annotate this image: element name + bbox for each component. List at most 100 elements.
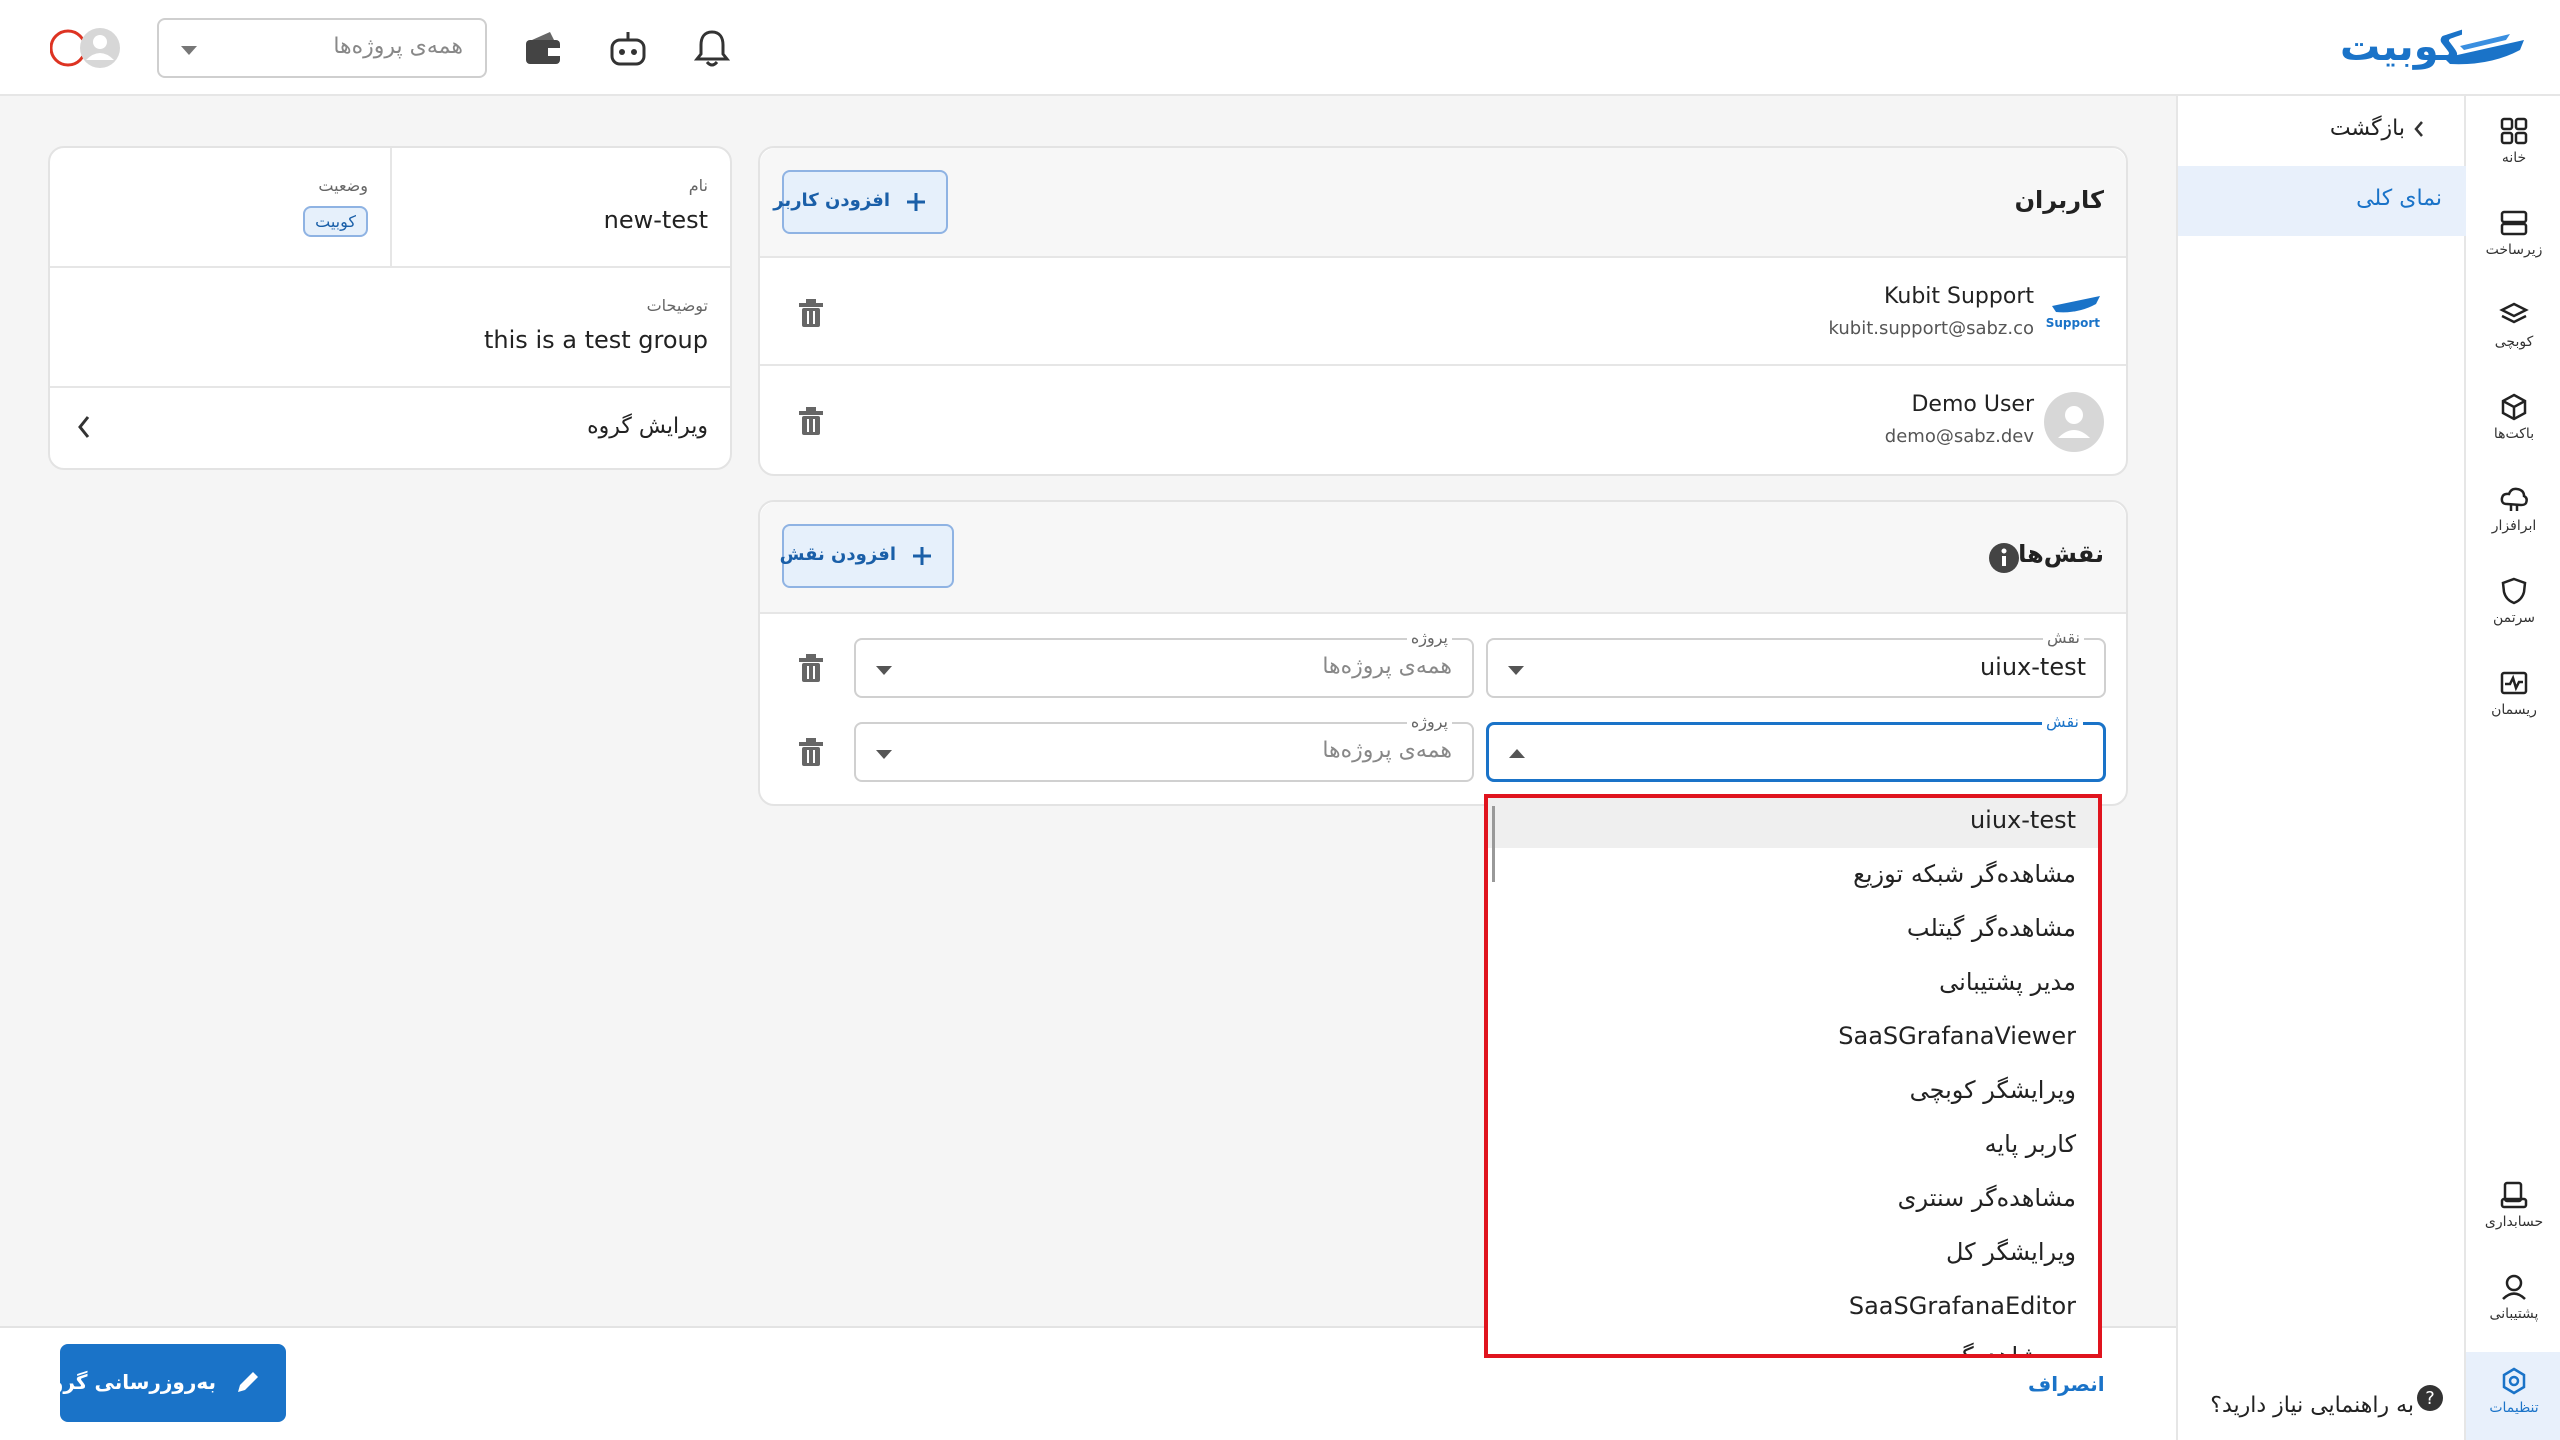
delete-role-button[interactable]	[798, 653, 824, 689]
rail-label-accounting: حسابداری	[2484, 1214, 2544, 1230]
rail-item-home[interactable]: خانه	[2466, 116, 2560, 166]
chevron-left-icon	[2412, 116, 2426, 141]
robot-icon[interactable]	[608, 30, 648, 68]
group-info-card: نام new-test وضعیت کوبیت توضیحات this is…	[48, 146, 732, 470]
settings-subnav: بازگشت نمای کلی به راهنمایی نیاز دارید؟ …	[2176, 96, 2466, 1440]
project-select-placeholder: همه‌ی پروژه‌ها	[333, 34, 463, 59]
dropdown-option[interactable]: مدیر پشتیبانی	[1939, 968, 2076, 996]
chevron-up-icon	[1509, 749, 1525, 758]
logo[interactable]: کوبیت	[2340, 20, 2530, 76]
project-placeholder: همه‌ی پروژه‌ها	[1322, 738, 1452, 763]
logo-ship-icon	[2444, 34, 2524, 65]
delete-role-button[interactable]	[798, 737, 824, 773]
add-user-button[interactable]: افزودن کاربر	[773, 170, 948, 234]
rail-label-buckets: باکت‌ها	[2493, 426, 2535, 442]
delete-user-button[interactable]	[798, 406, 824, 442]
rail-item-sartaman[interactable]: سرتمن	[2466, 576, 2560, 626]
dropdown-option[interactable]: ویرایشگر کوبچی	[1910, 1076, 2076, 1104]
edit-group-label: ویرایش گروه	[587, 414, 708, 439]
back-link[interactable]: بازگشت	[2330, 116, 2434, 141]
rail-label-infrastructure: زیرساخت	[2485, 242, 2543, 258]
pulse-icon	[2500, 671, 2528, 695]
trash-icon	[799, 299, 823, 327]
rail-label-sartaman: سرتمن	[2492, 610, 2536, 626]
user-avatar[interactable]	[49, 24, 122, 72]
role-select[interactable]: نقش uiux-test	[1486, 628, 2106, 698]
user-name: Kubit Support	[1884, 284, 2034, 309]
dropdown-option[interactable]: SaaSGrafanaViewer	[1838, 1022, 2076, 1050]
update-group-label: به‌روزرسانی گروه	[39, 1370, 216, 1394]
project-select[interactable]: همه‌ی پروژه‌ها	[157, 18, 487, 78]
rail-label-support: پشتیبانی	[2489, 1306, 2539, 1322]
rail-item-settings[interactable]: تنظیمات	[2466, 1352, 2560, 1440]
dropdown-option[interactable]: مشاهده‌گر گیتلب	[1907, 914, 2076, 942]
svg-text:?: ?	[2425, 1388, 2435, 1409]
cancel-button[interactable]: انصراف	[2028, 1372, 2105, 1396]
edit-group-link[interactable]: ویرایش گروه	[50, 388, 730, 468]
dropdown-scrollbar[interactable]	[1492, 806, 1495, 882]
chevron-down-icon	[876, 750, 892, 759]
role-select-open[interactable]: نقش	[1486, 712, 2106, 782]
name-label: نام	[688, 176, 708, 195]
role-dropdown-menu: uiux-test مشاهده‌گر شبکه توزیع مشاهده‌گر…	[1484, 794, 2102, 1358]
top-bar: کوبیت همه‌ی پروژه‌ها	[0, 0, 2560, 96]
help-icon: ?	[2416, 1384, 2444, 1418]
rail-item-accounting[interactable]: حسابداری	[2466, 1180, 2560, 1230]
desc-value: this is a test group	[484, 326, 708, 354]
wallet-icon[interactable]	[524, 30, 562, 66]
name-value: new-test	[603, 206, 708, 234]
trash-icon	[799, 407, 823, 435]
avatar-icon	[49, 28, 120, 68]
project-legend: پروژه	[1406, 628, 1452, 647]
dropdown-option[interactable]: مشاهده‌گر...	[1949, 1342, 2076, 1354]
pencil-icon	[234, 1368, 262, 1401]
rail-item-buckets[interactable]: باکت‌ها	[2466, 392, 2560, 442]
bell-icon[interactable]	[694, 28, 730, 68]
project-select[interactable]: پروژه همه‌ی پروژه‌ها	[854, 712, 1474, 782]
user-avatar: Support	[2045, 290, 2104, 330]
add-role-label: افزودن نقش	[779, 544, 896, 565]
add-user-label: افزودن کاربر	[773, 190, 890, 211]
rail-item-risman[interactable]: ریسمان	[2466, 668, 2560, 718]
settings-icon	[2502, 1367, 2526, 1395]
rail-item-cloudware[interactable]: ابرافزار	[2466, 484, 2560, 534]
cloud-icon	[2500, 487, 2528, 511]
server-icon	[2500, 210, 2528, 236]
user-avatar-text: Support	[2045, 316, 2100, 330]
rail-label-cloudware: ابرافزار	[2491, 518, 2537, 534]
add-role-button[interactable]: افزودن نقش	[779, 524, 954, 588]
roles-title: نقش‌ها	[2018, 540, 2104, 568]
cube-icon	[2501, 393, 2527, 421]
rail-item-support[interactable]: پشتیبانی	[2466, 1272, 2560, 1322]
user-email: demo@sabz.dev	[1884, 426, 2034, 447]
update-group-button[interactable]: به‌روزرسانی گروه	[39, 1344, 286, 1422]
role-legend: نقش	[2043, 628, 2084, 647]
status-badge: کوبیت	[303, 206, 368, 237]
role-legend: نقش	[2042, 712, 2083, 731]
rail-item-infrastructure[interactable]: زیرساخت	[2466, 208, 2560, 258]
chevron-down-icon	[876, 666, 892, 675]
shield-icon	[2501, 577, 2527, 605]
accounting-icon	[2500, 1181, 2528, 1209]
project-select[interactable]: پروژه همه‌ی پروژه‌ها	[854, 628, 1474, 698]
plus-icon	[910, 544, 934, 573]
help-label: به راهنمایی نیاز دارید؟	[2210, 1393, 2414, 1418]
roles-card: نقش‌ها افزودن نقش نقش uiux-test پروژه هم…	[758, 500, 2128, 806]
rail-item-kubchi[interactable]: کوبچی	[2466, 300, 2560, 350]
role-value: uiux-test	[1979, 653, 2086, 681]
chevron-down-icon	[181, 46, 197, 55]
delete-user-button[interactable]	[798, 298, 824, 334]
dropdown-option[interactable]: SaaSGrafanaEditor	[1849, 1292, 2076, 1320]
subnav-item-overview[interactable]: نمای کلی	[2178, 166, 2466, 236]
dropdown-option[interactable]: مشاهده‌گر سنتری	[1898, 1184, 2076, 1212]
users-title: کاربران	[2014, 186, 2104, 214]
rail-label-settings: تنظیمات	[2489, 1400, 2539, 1416]
info-icon[interactable]	[1988, 542, 2020, 580]
dropdown-option[interactable]: ویرایشگر کل	[1946, 1238, 2076, 1266]
dropdown-option[interactable]: مشاهده‌گر شبکه توزیع	[1853, 860, 2076, 888]
dropdown-option[interactable]: uiux-test	[1970, 806, 2076, 834]
help-link[interactable]: به راهنمایی نیاز دارید؟	[2210, 1393, 2414, 1418]
chevron-left-icon	[76, 414, 92, 446]
dropdown-option[interactable]: کاربر پایه	[1985, 1130, 2076, 1158]
user-email: kubit.support@sabz.co	[1828, 318, 2034, 339]
